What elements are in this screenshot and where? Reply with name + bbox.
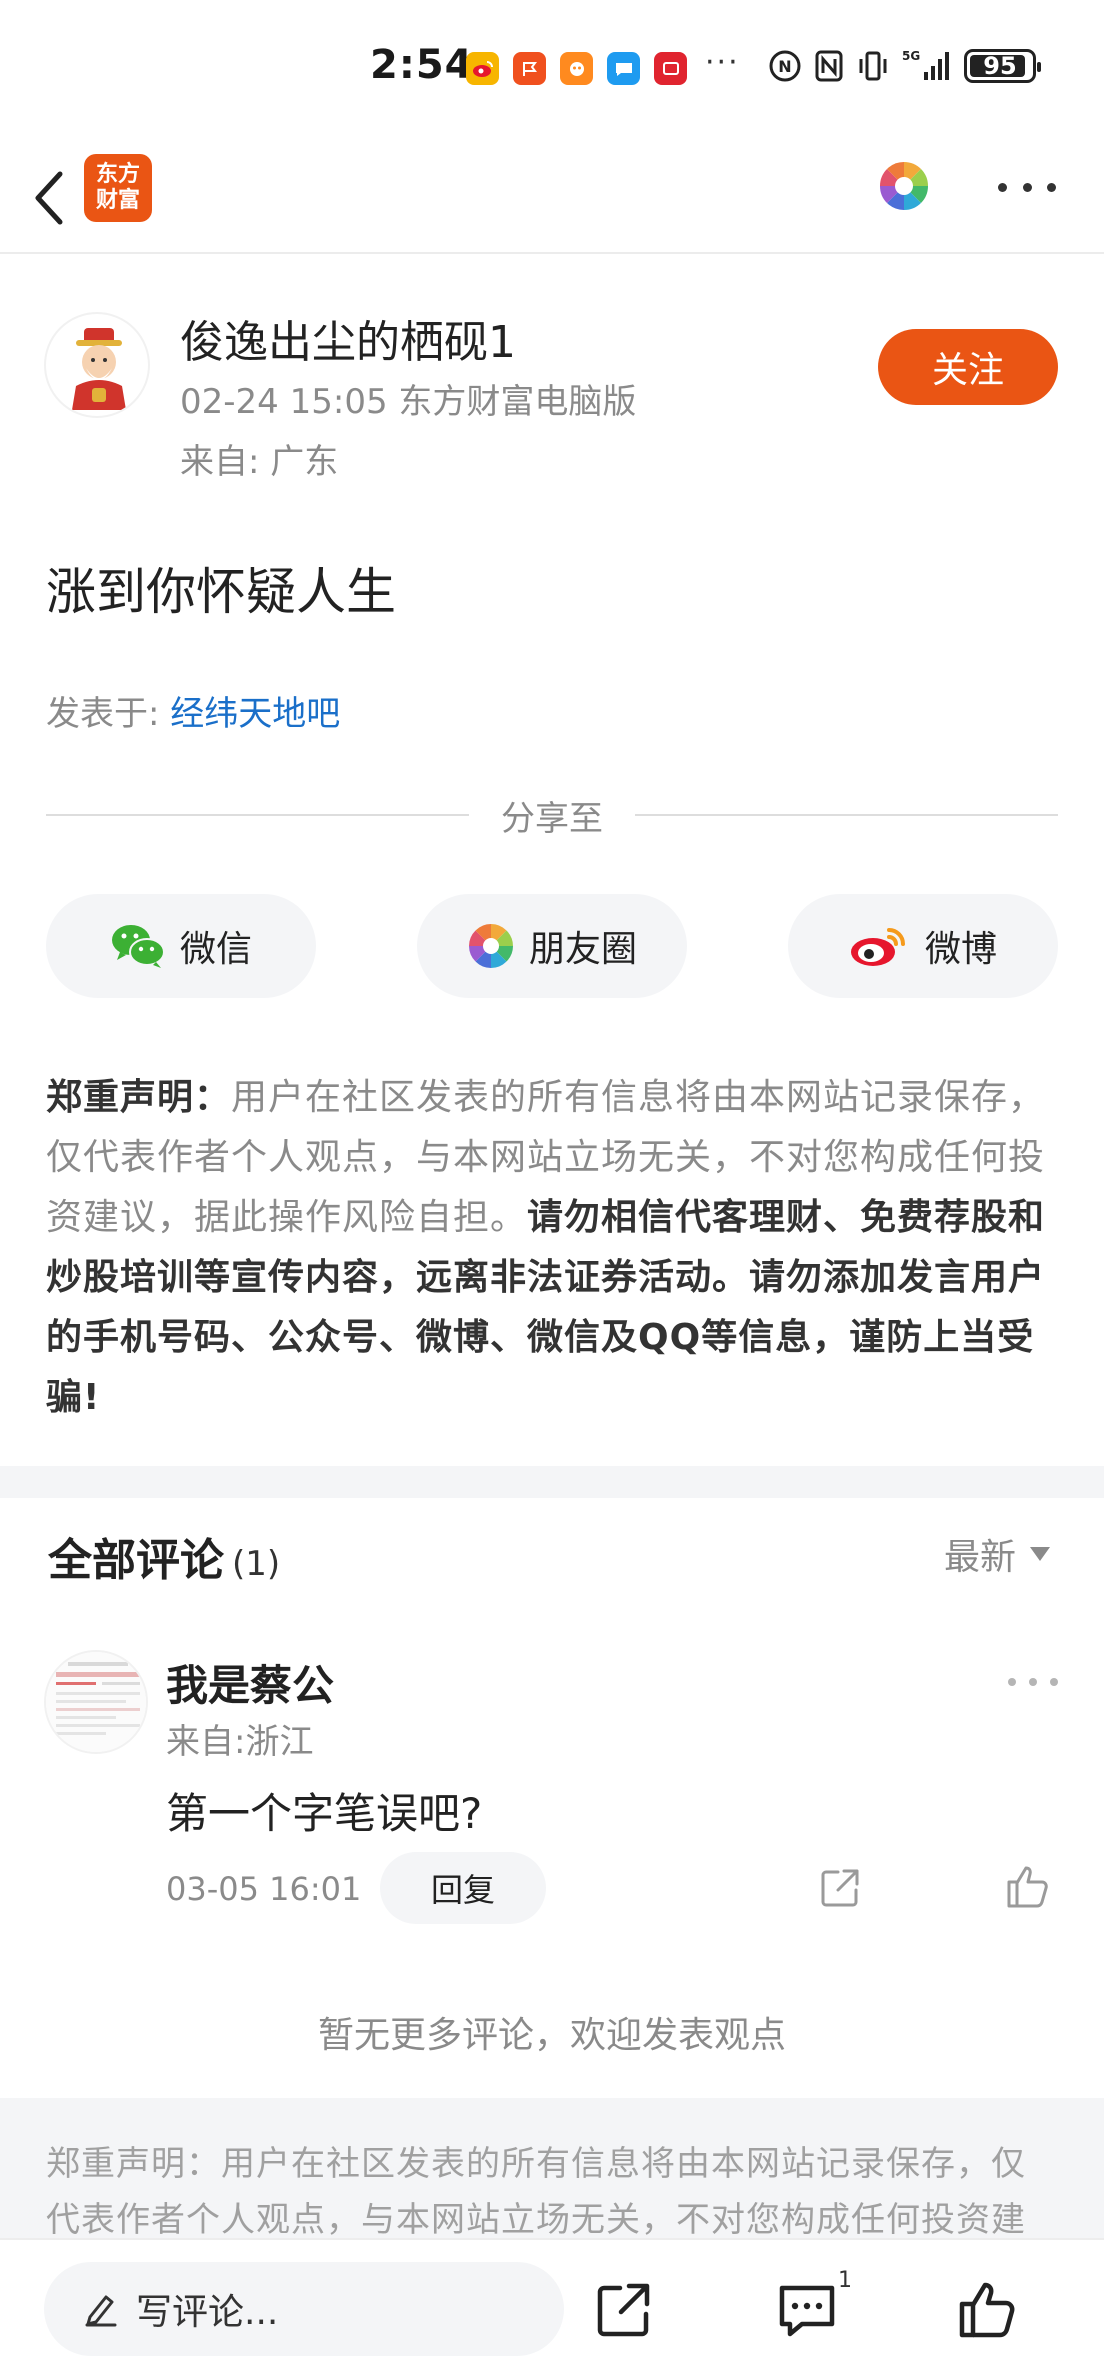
caishen-avatar-icon bbox=[72, 328, 126, 410]
share-label: 分享至 bbox=[501, 798, 603, 839]
post-meta: 02-24 15:05 东方财富电脑版 bbox=[180, 382, 637, 422]
post-title: 涨到你怀疑人生 bbox=[46, 563, 396, 621]
author-avatar[interactable] bbox=[44, 312, 150, 418]
section-divider bbox=[0, 1466, 1104, 1498]
eastmoney-logo: 东方 财富 bbox=[84, 154, 152, 222]
commenter-name[interactable]: 我是蔡公 bbox=[166, 1652, 334, 1713]
news-app-icon bbox=[654, 52, 687, 85]
comment-time: 03-05 16:01 bbox=[166, 1870, 362, 1908]
flag-app-icon bbox=[513, 52, 546, 85]
chevron-left-icon bbox=[35, 171, 63, 225]
share-icon bbox=[597, 2283, 650, 2337]
comments-button[interactable] bbox=[776, 2282, 838, 2340]
signal-icon: 5G bbox=[902, 48, 952, 84]
comments-count: (1) bbox=[232, 1544, 281, 1584]
comment-like-button[interactable] bbox=[1004, 1862, 1052, 1910]
weibo-icon bbox=[850, 928, 905, 966]
notification-icons bbox=[466, 52, 687, 85]
commenter-avatar[interactable] bbox=[44, 1650, 148, 1754]
disclaimer: 郑重声明：用户在社区发表的所有信息将由本网站记录保存，仅代表作者个人观点，与本网… bbox=[46, 1077, 1046, 1418]
comment-share-button[interactable] bbox=[818, 1866, 862, 1910]
share-moments-button[interactable]: 朋友圈 bbox=[417, 894, 687, 998]
share-heading: 分享至 bbox=[46, 790, 1058, 840]
vibrate-icon bbox=[856, 48, 890, 84]
share-button[interactable] bbox=[594, 2280, 654, 2340]
battery-icon: 95 bbox=[964, 49, 1041, 83]
taobao-app-icon bbox=[560, 52, 593, 85]
screenshot-avatar-icon bbox=[46, 1652, 146, 1752]
no-more-comments: 暂无更多评论，欢迎发表观点 bbox=[317, 2015, 786, 2056]
write-comment-input[interactable]: 写评论... bbox=[44, 2262, 564, 2356]
bottom-action-bar: 写评论... 1 bbox=[0, 2238, 1104, 2376]
sort-label: 最新 bbox=[944, 1537, 1017, 1578]
share-options: 微信 朋友圈 微博 bbox=[46, 894, 1058, 998]
moments-share-button[interactable] bbox=[876, 158, 932, 214]
share-weibo-label: 微博 bbox=[924, 929, 997, 970]
posted-in: 发表于: 经纬天地吧 bbox=[46, 686, 340, 735]
wechat-icon bbox=[111, 925, 165, 968]
weibo-notification-icon bbox=[466, 52, 499, 85]
status-bar: 2:54 ··· N 5G 95 bbox=[0, 0, 1104, 140]
posted-in-label: 发表于: bbox=[46, 694, 171, 734]
share-icon bbox=[821, 1869, 859, 1907]
commenter-location: 来自:浙江 bbox=[166, 1722, 314, 1762]
nfc-icon: N bbox=[768, 48, 802, 84]
reply-button[interactable]: 回复 bbox=[380, 1852, 546, 1924]
like-button[interactable] bbox=[956, 2278, 1018, 2340]
comment-more-button[interactable] bbox=[1008, 1672, 1058, 1692]
sort-dropdown[interactable]: 最新 bbox=[944, 1528, 1051, 1580]
author-header: 俊逸出尘的栖砚1 02-24 15:05 东方财富电脑版 来自: 广东 关注 bbox=[0, 256, 1104, 506]
disclaimer-label: 郑重声明 bbox=[46, 1077, 195, 1118]
comment-count-badge: 1 bbox=[838, 2268, 852, 2293]
more-notifications-icon: ··· bbox=[705, 45, 740, 80]
moments-icon bbox=[468, 924, 513, 968]
message-app-icon bbox=[607, 52, 640, 85]
caret-down-icon bbox=[1030, 1547, 1051, 1561]
share-moments-label: 朋友圈 bbox=[528, 929, 637, 970]
comment-text: 第一个字笔误吧? bbox=[166, 1789, 483, 1838]
footer-disclaimer: 郑重声明：用户在社区发表的所有信息将由本网站记录保存，仅代表作者个人观点，与本网… bbox=[0, 2098, 1104, 2248]
follow-button[interactable]: 关注 bbox=[878, 329, 1058, 405]
bar-link[interactable]: 经纬天地吧 bbox=[170, 694, 340, 734]
author-name[interactable]: 俊逸出尘的栖砚1 bbox=[180, 306, 516, 370]
share-weibo-button[interactable]: 微博 bbox=[788, 894, 1058, 998]
comments-heading: 全部评论 (1) bbox=[48, 1535, 281, 1586]
svg-text:5G: 5G bbox=[902, 49, 920, 63]
svg-text:N: N bbox=[778, 57, 791, 76]
status-time: 2:54 bbox=[370, 42, 474, 88]
comment-icon bbox=[779, 2285, 835, 2337]
nfc-n-icon bbox=[814, 48, 844, 84]
system-icons: N 5G 95 bbox=[768, 48, 1041, 84]
thumbs-up-icon bbox=[1007, 1866, 1048, 1908]
author-location: 来自: 广东 bbox=[180, 442, 339, 482]
share-wechat-button[interactable]: 微信 bbox=[46, 894, 316, 998]
top-nav-bar: 东方 财富 bbox=[0, 140, 1104, 254]
share-wechat-label: 微信 bbox=[179, 929, 252, 970]
pinwheel-icon bbox=[879, 161, 929, 211]
back-button[interactable] bbox=[20, 158, 80, 238]
thumbs-up-icon bbox=[959, 2282, 1015, 2338]
pencil-icon bbox=[85, 2295, 117, 2327]
write-comment-placeholder: 写评论... bbox=[136, 2292, 279, 2333]
more-options-button[interactable] bbox=[992, 170, 1062, 204]
